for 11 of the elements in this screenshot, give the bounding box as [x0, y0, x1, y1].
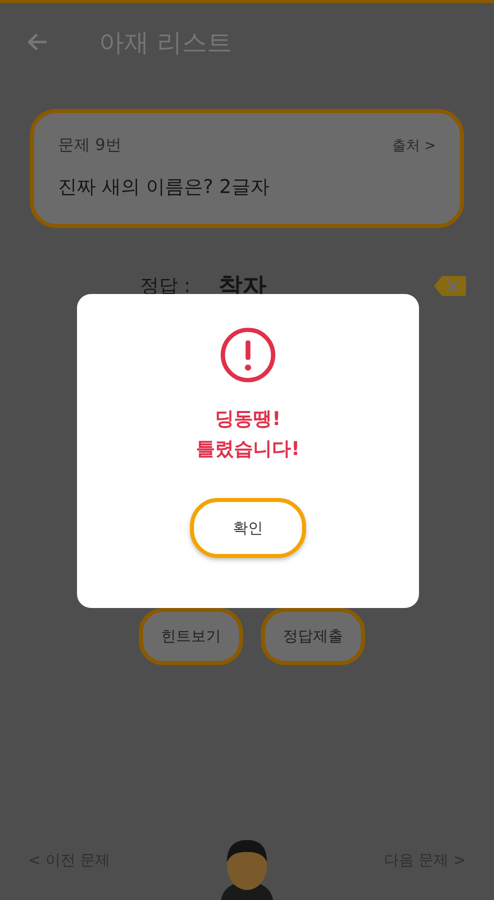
alert-icon — [219, 326, 277, 384]
answer-label: 정답 : — [140, 274, 190, 299]
result-message: 틀렸습니다! — [196, 437, 300, 462]
question-number: 문제 9번 — [58, 135, 122, 156]
action-button[interactable]: 정답제출 — [261, 608, 365, 665]
question-text: 진짜 새의 이름은? 2글자 — [58, 175, 270, 200]
action-button[interactable]: 힌트보기 — [139, 608, 243, 665]
result-message: 딩동땡! — [215, 407, 281, 432]
backspace-icon[interactable] — [434, 275, 466, 297]
confirm-button[interactable]: 확인 — [190, 498, 306, 558]
source-link[interactable]: 출처 > — [392, 136, 436, 154]
